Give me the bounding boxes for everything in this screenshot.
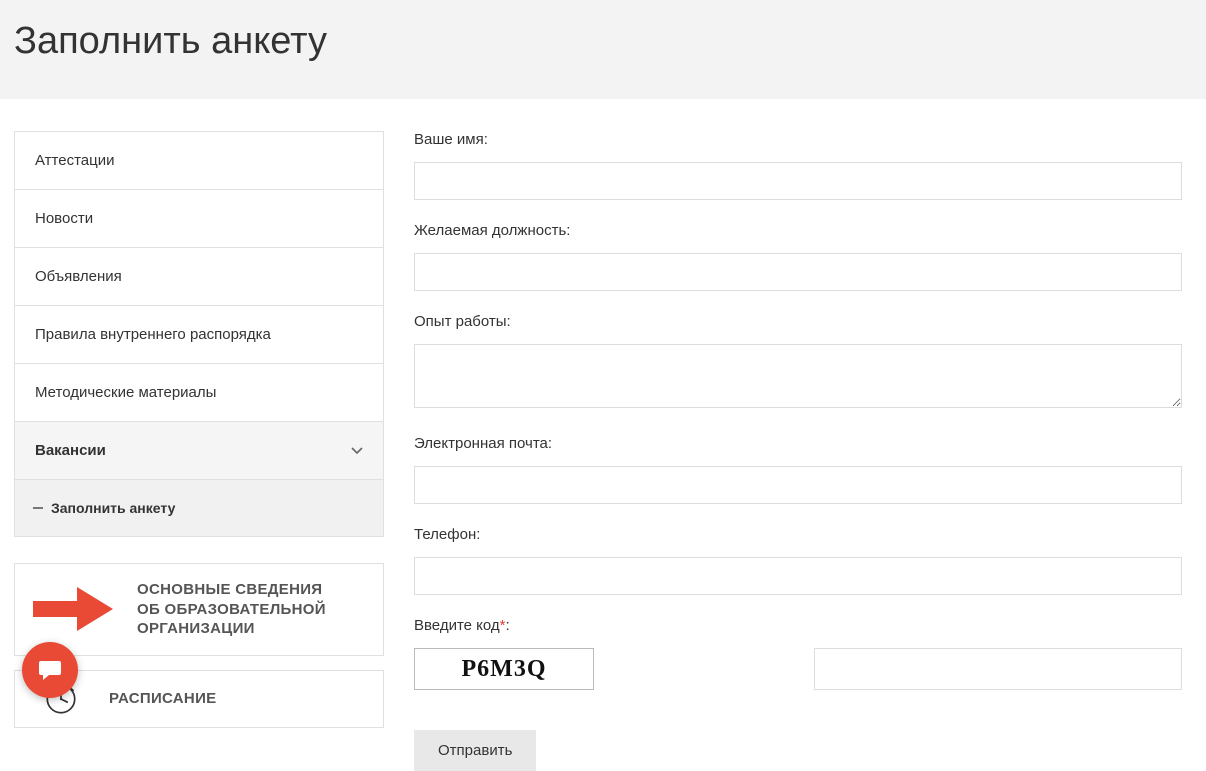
submit-button[interactable]: Отправить: [414, 730, 536, 771]
sidebar-item-news[interactable]: Новости: [15, 190, 383, 248]
promo-text: РАСПИСАНИЕ: [109, 690, 216, 707]
sidebar-item-attestations[interactable]: Аттестации: [15, 132, 383, 190]
label-phone: Телефон:: [414, 526, 1182, 543]
required-asterisk: *: [500, 617, 506, 634]
name-input[interactable]: [414, 162, 1182, 200]
label-experience: Опыт работы:: [414, 313, 1182, 330]
email-input[interactable]: [414, 466, 1182, 504]
experience-input[interactable]: [414, 344, 1182, 408]
chat-icon: [37, 657, 63, 683]
promo-text: ОСНОВНЫЕ СВЕДЕНИЯ ОБ ОБРАЗОВАТЕЛЬНОЙ ОРГ…: [137, 580, 326, 639]
label-email: Электронная почта:: [414, 435, 1182, 452]
sidebar-item-label: Заполнить анкету: [51, 500, 175, 516]
main-form-area: Ваше имя: Желаемая должность: Опыт работ…: [414, 131, 1192, 771]
sidebar-item-vacancies[interactable]: Вакансии: [15, 422, 383, 480]
position-input[interactable]: [414, 253, 1182, 291]
sidebar-item-rules[interactable]: Правила внутреннего распорядка: [15, 306, 383, 364]
sidebar-item-fill-form[interactable]: Заполнить анкету: [15, 480, 383, 536]
chevron-down-icon: [351, 447, 363, 455]
page-title: Заполнить анкету: [0, 20, 1206, 63]
captcha-image: P6M3Q: [414, 648, 594, 690]
label-name: Ваше имя:: [414, 131, 1182, 148]
sidebar-item-label: Вакансии: [35, 442, 106, 459]
label-captcha: Введите код*:: [414, 617, 1182, 634]
captcha-input[interactable]: [814, 648, 1182, 690]
phone-input[interactable]: [414, 557, 1182, 595]
label-position: Желаемая должность:: [414, 222, 1182, 239]
chat-widget-button[interactable]: [22, 642, 78, 698]
arrow-right-icon: [33, 583, 117, 635]
active-dash-icon: [33, 507, 43, 509]
sidebar-menu: Аттестации Новости Объявления Правила вн…: [14, 131, 384, 537]
sidebar-item-materials[interactable]: Методические материалы: [15, 364, 383, 422]
promo-basic-info[interactable]: ОСНОВНЫЕ СВЕДЕНИЯ ОБ ОБРАЗОВАТЕЛЬНОЙ ОРГ…: [14, 563, 384, 656]
sidebar-item-announcements[interactable]: Объявления: [15, 248, 383, 306]
